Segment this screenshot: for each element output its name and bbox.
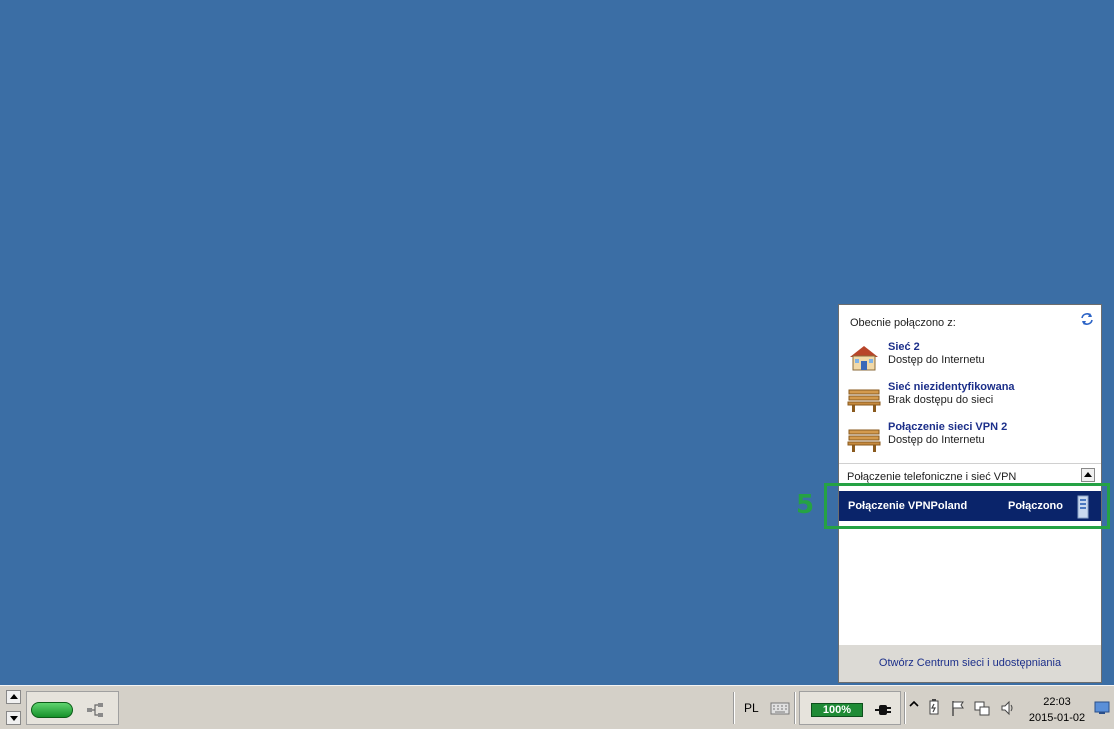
network-item-siec-niezidentyfikowana[interactable]: Sieć niezidentyfikowana Brak dostępu do …	[847, 381, 1095, 415]
annotation-highlight-box	[824, 483, 1110, 529]
public-bench-icon	[847, 389, 881, 412]
separator	[794, 692, 796, 724]
show-hidden-icons-icon[interactable]	[909, 699, 919, 709]
refresh-icon[interactable]	[1079, 311, 1095, 327]
network-name: Sieć niezidentyfikowana	[888, 381, 1015, 393]
network-status: Dostęp do Internetu	[888, 354, 985, 366]
taskbar: PL 100% 22:03 2015-01-02	[0, 685, 1114, 729]
network-center-link[interactable]: Otwórz Centrum sieci i udostępniania	[879, 657, 1061, 669]
power-icon[interactable]	[926, 699, 942, 717]
scroll-up-button[interactable]	[6, 690, 21, 704]
clock-date: 2015-01-02	[1028, 712, 1086, 724]
network-status-icon[interactable]	[974, 699, 990, 717]
network-item-vpn-2[interactable]: Połączenie sieci VPN 2 Dostęp do Interne…	[847, 421, 1095, 455]
battery-indicator[interactable]: 100%	[799, 691, 901, 725]
clock-time: 22:03	[1043, 696, 1071, 708]
annotation-number: 5	[796, 490, 815, 520]
flyout-footer: Otwórz Centrum sieci i udostępniania	[839, 645, 1101, 682]
power-plug-icon	[875, 705, 891, 715]
action-center-flag-icon[interactable]	[950, 699, 966, 717]
show-desktop-icon[interactable]	[1094, 700, 1110, 716]
network-tree-icon[interactable]	[86, 701, 104, 719]
vpn-section-label: Połączenie telefoniczne i sieć VPN	[847, 471, 1017, 483]
volume-icon[interactable]	[1000, 699, 1016, 717]
public-bench-icon	[847, 429, 881, 452]
separator	[904, 692, 906, 724]
keyboard-icon[interactable]	[770, 700, 790, 716]
network-item-siec-2[interactable]: Sieć 2 Dostęp do Internetu	[847, 341, 1095, 375]
separator	[733, 692, 735, 724]
network-name: Połączenie sieci VPN 2	[888, 421, 1008, 433]
network-status: Dostęp do Internetu	[888, 434, 985, 446]
network-status: Brak dostępu do sieci	[888, 394, 994, 406]
home-network-icon	[850, 346, 878, 371]
start-pill-button[interactable]	[31, 702, 73, 718]
collapse-section-button[interactable]	[1081, 468, 1095, 482]
scroll-down-button[interactable]	[6, 711, 21, 725]
quick-launch-area	[26, 691, 119, 725]
network-name: Sieć 2	[888, 341, 920, 353]
flyout-heading: Obecnie połączono z:	[850, 317, 956, 329]
system-clock[interactable]: 22:03 2015-01-02	[1026, 694, 1088, 726]
language-indicator[interactable]: PL	[744, 701, 759, 715]
battery-level: 100%	[811, 703, 863, 717]
